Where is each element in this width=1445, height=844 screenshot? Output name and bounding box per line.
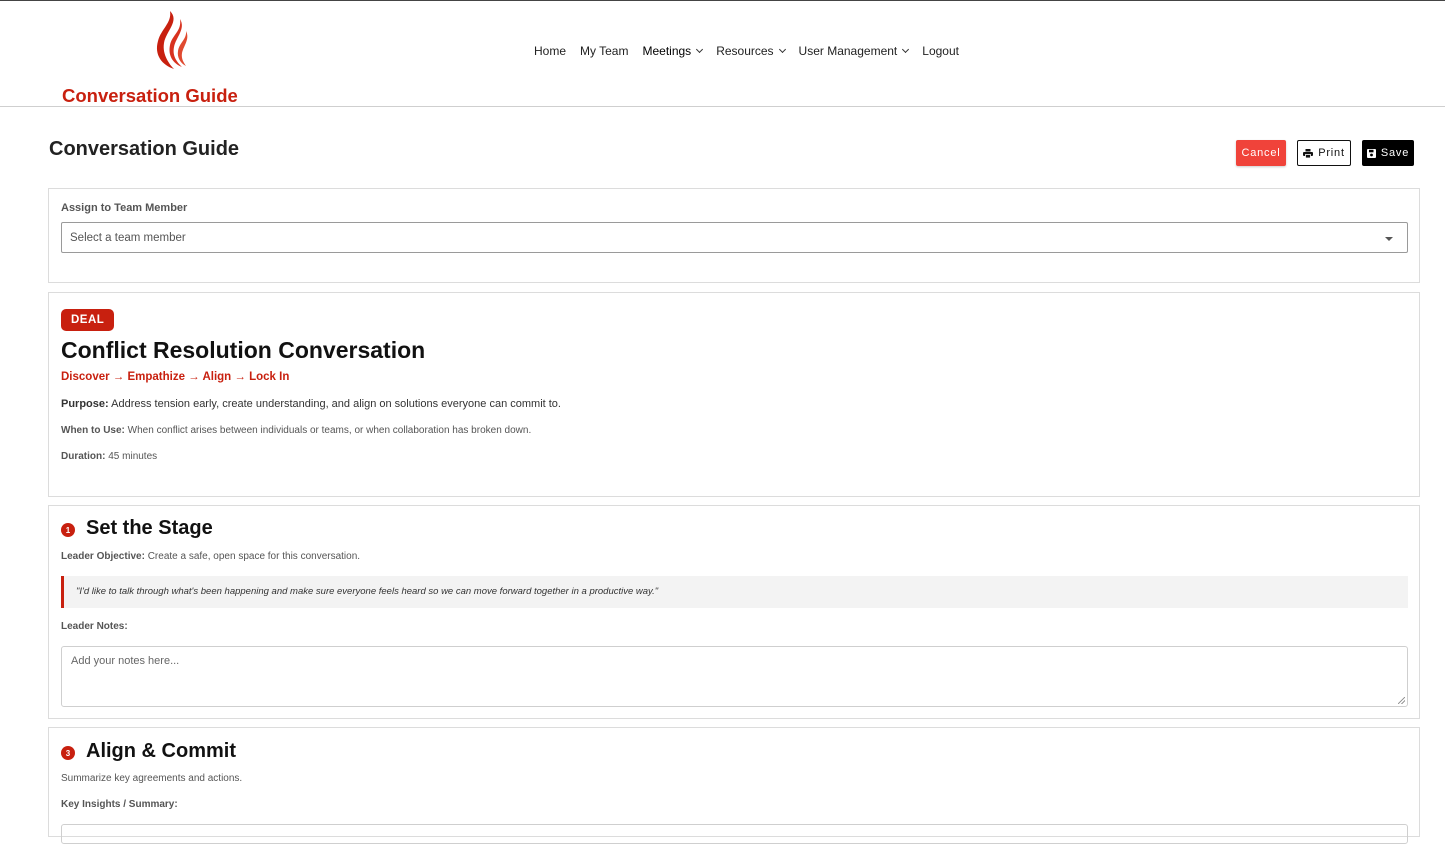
site-header: Conversation Guide Home My Team Meetings…: [0, 1, 1445, 107]
purpose-text: Address tension early, create understand…: [111, 398, 561, 410]
when-line: When to Use: When conflict arises betwee…: [61, 425, 531, 436]
nav-logout-label: Logout: [922, 44, 959, 58]
nav-my-team-label: My Team: [580, 44, 629, 58]
printer-icon: [1303, 148, 1314, 158]
assign-label: Assign to Team Member: [61, 202, 188, 214]
section-title: Align & Commit: [86, 740, 236, 762]
assign-card: Assign to Team Member Select a team memb…: [48, 188, 1420, 283]
objective-label: Leader Objective:: [61, 551, 145, 562]
main-nav: Home My Team Meetings Resources User Man…: [534, 44, 973, 58]
flame-logo-icon: [156, 11, 188, 69]
brand-name: Conversation Guide: [62, 85, 238, 106]
duration-line: Duration: 45 minutes: [61, 451, 157, 462]
page-title: Conversation Guide: [49, 138, 240, 160]
when-text: When conflict arises between individuals…: [127, 425, 532, 436]
nav-user-management[interactable]: User Management: [798, 44, 910, 58]
nav-home-label: Home: [534, 44, 567, 58]
chevron-down-icon: [902, 45, 910, 54]
print-button-label: Print: [1318, 147, 1345, 159]
objective-text: Create a safe, open space for this conve…: [147, 551, 361, 562]
leader-notes-label: Leader Notes:: [61, 621, 128, 632]
section-header: 1 Set the Stage: [61, 517, 213, 540]
cancel-button[interactable]: Cancel: [1236, 140, 1286, 166]
section-header: 3 Align & Commit: [61, 740, 236, 763]
floppy-disk-icon: [1366, 148, 1376, 158]
section-card-set-the-stage: 1 Set the Stage Leader Objective: Create…: [48, 505, 1420, 719]
nav-home[interactable]: Home: [534, 44, 566, 58]
print-button[interactable]: Print: [1297, 140, 1351, 166]
script-quote: "I'd like to talk through what's been ha…: [61, 576, 1408, 608]
leader-notes-textarea[interactable]: Add your notes here...: [61, 646, 1408, 707]
section-description: Summarize key agreements and actions.: [61, 773, 243, 784]
team-member-select-value: Select a team member: [70, 232, 186, 244]
caret-down-icon: [1385, 237, 1393, 241]
duration-label: Duration:: [61, 451, 106, 462]
logo[interactable]: Conversation Guide: [62, 7, 238, 106]
chevron-down-icon: [778, 45, 786, 54]
nav-user-management-label: User Management: [798, 44, 898, 58]
cancel-button-label: Cancel: [1241, 147, 1281, 159]
summary-label: Key Insights / Summary:: [61, 799, 178, 810]
resize-handle-icon[interactable]: [1398, 697, 1405, 704]
section-number: 1: [61, 523, 75, 537]
guide-overview-card: DEAL Conflict Resolution Conversation Di…: [48, 292, 1420, 497]
purpose-line: Purpose: Address tension early, create u…: [61, 398, 561, 410]
guide-flow: Discover → Empathize → Align → Lock In: [61, 371, 290, 383]
nav-my-team[interactable]: My Team: [580, 44, 628, 58]
leader-notes-placeholder: Add your notes here...: [71, 655, 180, 667]
objective-line: Leader Objective: Create a safe, open sp…: [61, 551, 360, 562]
when-label: When to Use:: [61, 425, 125, 436]
nav-resources-label: Resources: [716, 44, 774, 58]
save-button-label: Save: [1380, 147, 1410, 159]
nav-resources[interactable]: Resources: [716, 44, 786, 58]
guide-title: Conflict Resolution Conversation: [61, 337, 426, 363]
summary-textarea[interactable]: [61, 824, 1408, 844]
category-badge: DEAL: [61, 309, 115, 331]
save-button[interactable]: Save: [1362, 140, 1414, 166]
section-card-align-commit: 3 Align & Commit Summarize key agreement…: [48, 727, 1420, 844]
duration-text: 45 minutes: [108, 451, 158, 462]
chevron-down-icon: [696, 45, 704, 54]
nav-logout[interactable]: Logout: [922, 44, 959, 58]
team-member-select[interactable]: Select a team member: [61, 222, 1408, 253]
nav-meetings-label: Meetings: [642, 44, 692, 58]
section-title: Set the Stage: [86, 517, 213, 539]
section-number: 3: [61, 746, 75, 760]
purpose-label: Purpose:: [61, 398, 109, 410]
nav-meetings[interactable]: Meetings: [642, 44, 704, 58]
